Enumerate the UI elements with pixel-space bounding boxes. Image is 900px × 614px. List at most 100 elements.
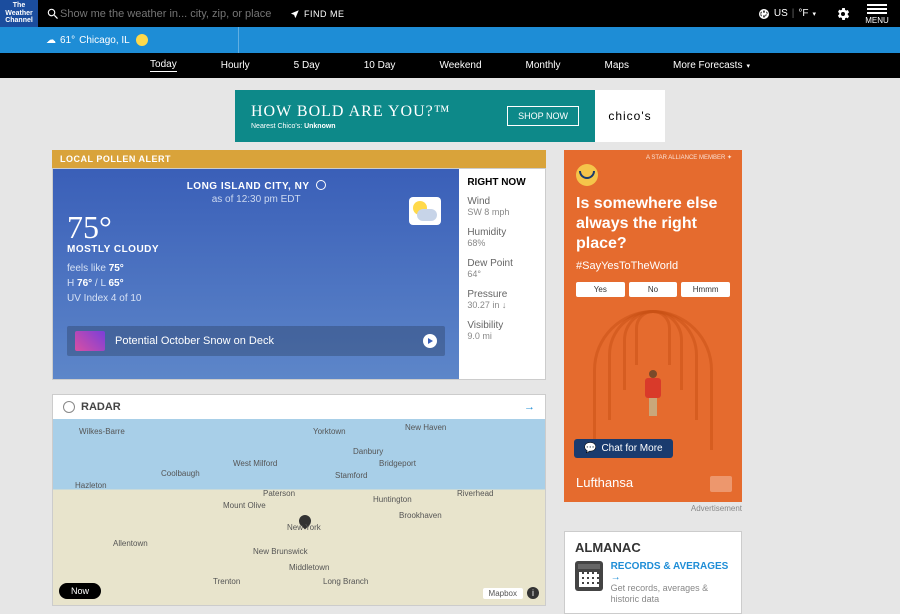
menu-button[interactable]: MENU	[862, 2, 892, 25]
current-conditions: LONG ISLAND CITY, NY as of 12:30 pm EDT …	[52, 168, 546, 380]
map-city-label: Hazleton	[75, 481, 107, 490]
map-city-label: Huntington	[373, 495, 412, 504]
ad-label: Advertisement	[564, 504, 742, 513]
search-area: FIND ME	[38, 7, 750, 21]
tab-hourly[interactable]: Hourly	[221, 60, 250, 71]
calendar-icon	[575, 561, 603, 591]
story-thumb	[75, 331, 105, 351]
map-city-label: Riverhead	[457, 489, 493, 498]
ad-brand: Lufthansa	[576, 475, 633, 490]
hero-condition: MOSTLY CLOUDY	[67, 244, 445, 255]
rn-pressure: Pressure30.27 in ↓	[467, 289, 537, 310]
hero-details: feels like 75° H 76° / L 65° UV Index 4 …	[67, 261, 445, 306]
tab-monthly[interactable]: Monthly	[526, 60, 561, 71]
almanac-desc: Get records, averages & historic data	[611, 583, 731, 605]
hero-temp: 75°	[67, 209, 445, 246]
rn-wind: WindSW 8 mph	[467, 196, 537, 217]
rn-humidity: Humidity68%	[467, 227, 537, 248]
tab-maps[interactable]: Maps	[605, 60, 629, 71]
map-city-label: Stamford	[335, 471, 367, 480]
location-bar: ☁ 61° Chicago, IL	[0, 27, 900, 53]
banner-cta[interactable]: SHOP NOW	[507, 106, 579, 126]
hero-asof: as of 12:30 pm EDT	[67, 194, 445, 205]
lufthansa-logo-icon	[576, 164, 598, 186]
map-city-label: New Haven	[405, 423, 446, 432]
ad-btn-yes[interactable]: Yes	[576, 282, 625, 297]
region-selector[interactable]: US | °F ▾	[750, 8, 824, 20]
person-illustration	[643, 370, 663, 416]
banner-brand: chico's	[595, 90, 665, 142]
banner-sub: Nearest Chico's: Unknown	[251, 123, 450, 130]
location-arrow-icon	[290, 9, 300, 19]
sun-icon	[136, 34, 148, 46]
ad-btn-hmmm[interactable]: Hmmm	[681, 282, 730, 297]
sidebar-ad[interactable]: A STAR ALLIANCE MEMBER ✦ Is somewhere el…	[564, 150, 742, 502]
ad-headline: Is somewhere else always the right place…	[576, 194, 730, 254]
play-icon	[423, 334, 437, 348]
radar-map[interactable]: Now Mapbox i Wilkes-Barre Yorktown New Hav…	[53, 419, 545, 605]
search-icon[interactable]	[46, 7, 60, 21]
ad-badge	[710, 476, 732, 492]
map-city-label: New York	[287, 523, 321, 532]
nav-tabs: Today Hourly 5 Day 10 Day Weekend Monthl…	[0, 53, 900, 78]
almanac-title: ALMANAC	[575, 540, 731, 555]
globe-icon	[758, 8, 770, 20]
tab-weekend[interactable]: Weekend	[439, 60, 481, 71]
ad-buttons: Yes No Hmmm	[576, 282, 730, 297]
right-now-panel: RIGHT NOW WindSW 8 mph Humidity68% Dew P…	[459, 169, 545, 379]
map-city-label: Coolbaugh	[161, 469, 200, 478]
more-forecasts[interactable]: More Forecasts ▾	[673, 60, 750, 71]
rn-dewpoint: Dew Point64°	[467, 258, 537, 279]
radar-now-button[interactable]: Now	[59, 583, 101, 599]
map-city-label: Yorktown	[313, 427, 346, 436]
top-right-controls: US | °F ▾ MENU	[750, 2, 900, 25]
tab-5day[interactable]: 5 Day	[294, 60, 320, 71]
map-city-label: Danbury	[353, 447, 383, 456]
mapbox-attribution[interactable]: Mapbox	[483, 588, 523, 599]
gear-icon	[835, 6, 851, 22]
map-city-label: Wilkes-Barre	[79, 427, 125, 436]
map-city-label: Paterson	[263, 489, 295, 498]
right-now-title: RIGHT NOW	[467, 177, 537, 188]
featured-story[interactable]: Potential October Snow on Deck	[67, 326, 445, 356]
radar-title[interactable]: RADAR	[63, 401, 121, 413]
divider	[238, 27, 239, 53]
map-city-label: Mount Olive	[223, 501, 266, 510]
chat-icon: 💬	[584, 443, 596, 454]
settings-button[interactable]	[828, 6, 858, 22]
map-city-label: Middletown	[289, 563, 329, 572]
radar-icon	[63, 401, 75, 413]
star-alliance-label: A STAR ALLIANCE MEMBER ✦	[646, 154, 732, 161]
rn-visibility: Visibility9.0 mi	[467, 320, 537, 341]
info-icon[interactable]: i	[527, 587, 539, 599]
chat-button[interactable]: 💬Chat for More	[574, 439, 673, 458]
top-bar: The Weather Channel FIND ME US | °F ▾ ME…	[0, 0, 900, 27]
cloud-icon: ☁	[46, 35, 56, 46]
pollen-alert[interactable]: LOCAL POLLEN ALERT	[52, 150, 546, 168]
map-city-label: Long Branch	[323, 577, 368, 586]
radar-expand[interactable]: →	[524, 401, 535, 413]
almanac-link[interactable]: RECORDS & AVERAGES →	[611, 561, 731, 583]
locbar-city[interactable]: Chicago, IL	[79, 35, 130, 46]
map-city-label: Trenton	[213, 577, 240, 586]
tab-10day[interactable]: 10 Day	[364, 60, 396, 71]
ad-btn-no[interactable]: No	[629, 282, 678, 297]
map-city-label: Brookhaven	[399, 511, 442, 520]
map-city-label: Bridgeport	[379, 459, 416, 468]
almanac-card: ALMANAC RECORDS & AVERAGES → Get records…	[564, 531, 742, 614]
map-city-label: West Milford	[233, 459, 277, 468]
hamburger-icon	[867, 2, 887, 16]
banner-ad[interactable]: HOW BOLD ARE YOU?™ Nearest Chico's: Unkn…	[235, 90, 665, 142]
weather-icon	[409, 197, 441, 225]
find-me-button[interactable]: FIND ME	[290, 9, 345, 19]
ad-hashtag: #SayYesToTheWorld	[576, 260, 730, 272]
hero-location[interactable]: LONG ISLAND CITY, NY	[67, 179, 445, 192]
gps-icon	[316, 180, 326, 190]
banner-headline: HOW BOLD ARE YOU?™	[251, 103, 450, 121]
map-city-label: Allentown	[113, 539, 148, 548]
tab-today[interactable]: Today	[150, 59, 177, 72]
logo[interactable]: The Weather Channel	[0, 0, 38, 27]
search-input[interactable]	[60, 8, 280, 20]
radar-section: RADAR → Now Mapbox i Wilkes-Barre Yorktow…	[52, 394, 546, 606]
locbar-temp: 61°	[60, 35, 75, 46]
